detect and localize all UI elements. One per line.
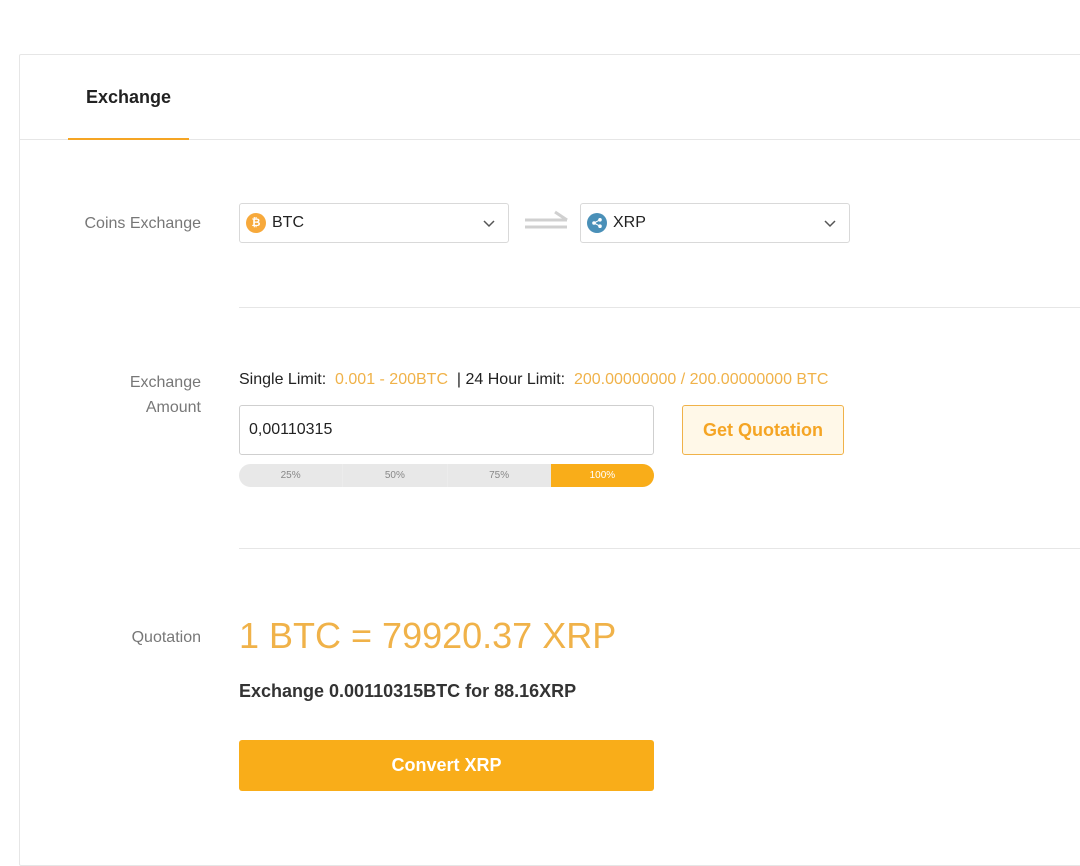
swap-arrow-icon bbox=[525, 210, 568, 229]
daily-limit-label: | 24 Hour Limit: bbox=[456, 371, 566, 388]
daily-limit-value: 200.00000000 / 200.00000000 BTC bbox=[573, 371, 829, 388]
exchange-amount-label-text: Exchange Amount bbox=[129, 374, 201, 416]
coins-exchange-label: Coins Exchange bbox=[84, 215, 201, 232]
section-divider bbox=[239, 548, 1080, 549]
section-divider bbox=[239, 307, 1080, 308]
tab-exchange[interactable]: Exchange bbox=[68, 55, 189, 139]
convert-button[interactable]: Convert XRP bbox=[239, 740, 654, 791]
single-limit-value: 0.001 - 200BTC bbox=[335, 371, 448, 388]
chevron-down-icon bbox=[483, 220, 495, 228]
percent-100-option[interactable]: 100% bbox=[550, 464, 654, 487]
to-coin-select[interactable]: XRP bbox=[580, 203, 850, 243]
quotation-rate: 1 BTC = 79920.37 XRP bbox=[239, 615, 617, 656]
chevron-down-icon bbox=[824, 220, 836, 228]
quotation-label: Quotation bbox=[131, 629, 201, 646]
percent-75-option[interactable]: 75% bbox=[446, 464, 551, 487]
limits-line: Single Limit: 0.001 - 200BTC | 24 Hour L… bbox=[239, 371, 828, 389]
active-tab-indicator bbox=[68, 138, 189, 140]
amount-input[interactable] bbox=[239, 405, 654, 455]
single-limit-label: Single Limit: bbox=[239, 371, 327, 388]
get-quotation-button[interactable]: Get Quotation bbox=[682, 405, 844, 455]
from-coin-select[interactable]: ₿ BTC bbox=[239, 203, 509, 243]
bitcoin-icon: ₿ bbox=[246, 213, 266, 233]
from-coin-symbol: BTC bbox=[272, 214, 304, 231]
percent-selector: 25% 50% 75% 100% bbox=[239, 464, 654, 487]
percent-50-option[interactable]: 50% bbox=[342, 464, 446, 487]
tab-bar: Exchange bbox=[20, 55, 1080, 140]
exchange-summary: Exchange 0.00110315BTC for 88.16XRP bbox=[239, 681, 577, 701]
percent-25-option[interactable]: 25% bbox=[239, 464, 342, 487]
to-coin-symbol: XRP bbox=[613, 214, 646, 231]
exchange-amount-label: Exchange Amount bbox=[20, 370, 201, 420]
exchange-card: Exchange Coins Exchange ₿ BTC XRP Exchan… bbox=[19, 54, 1080, 866]
xrp-icon bbox=[587, 213, 607, 233]
